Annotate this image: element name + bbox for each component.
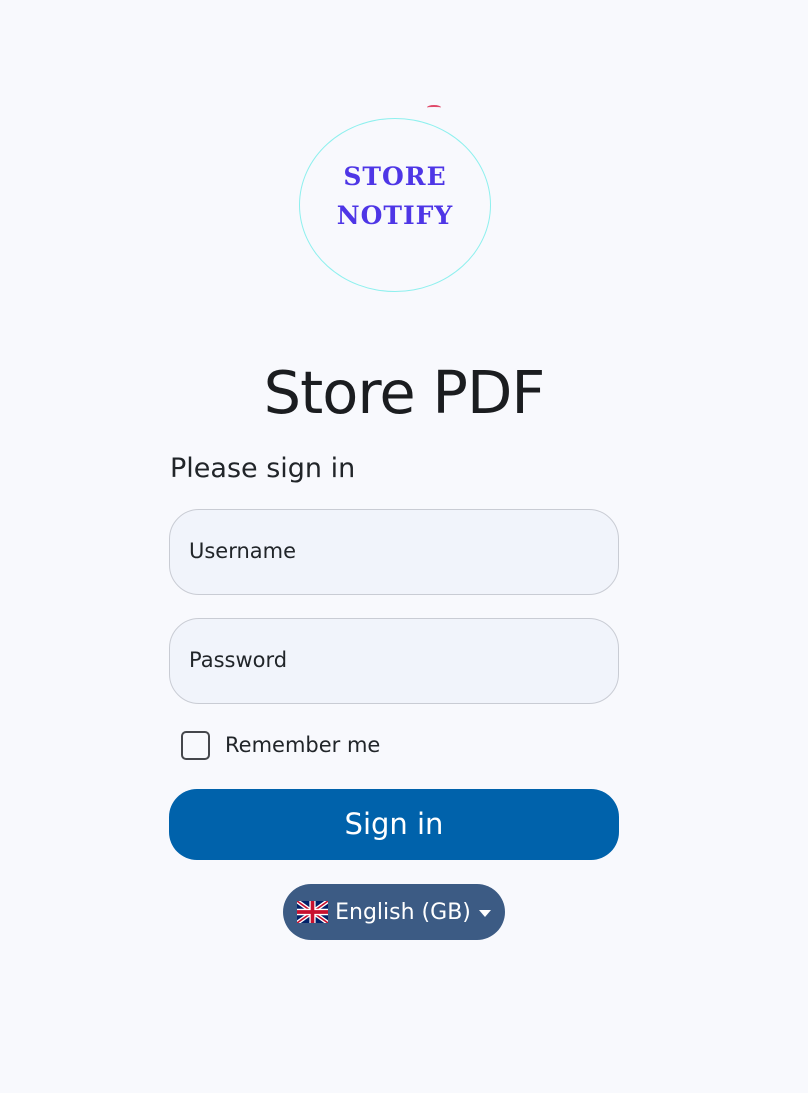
language-label: English (GB)	[335, 899, 471, 925]
uk-flag-icon	[297, 901, 329, 923]
login-page: STORE NOTIFY Store PDF Please sign in Us…	[0, 0, 808, 1093]
logo-text-line2: NOTIFY	[336, 201, 454, 230]
username-field[interactable]: Username	[169, 509, 622, 596]
language-dropdown-button[interactable]: English (GB)	[283, 884, 505, 940]
username-input[interactable]	[170, 510, 622, 596]
password-input[interactable]	[170, 619, 622, 705]
password-field[interactable]: Password	[169, 618, 622, 705]
remember-me-checkbox[interactable]	[181, 730, 210, 760]
signin-heading: Please sign in	[170, 453, 356, 484]
remember-me-row[interactable]: Remember me	[181, 729, 380, 761]
logo-accent-mark	[427, 105, 441, 110]
remember-me-label[interactable]: Remember me	[225, 733, 380, 757]
chevron-down-icon	[478, 909, 491, 917]
app-title: Store PDF	[263, 358, 546, 427]
store-notify-logo: STORE NOTIFY	[299, 105, 491, 293]
sign-in-button[interactable]: Sign in	[169, 789, 619, 860]
logo-text-line1: STORE	[343, 162, 447, 191]
